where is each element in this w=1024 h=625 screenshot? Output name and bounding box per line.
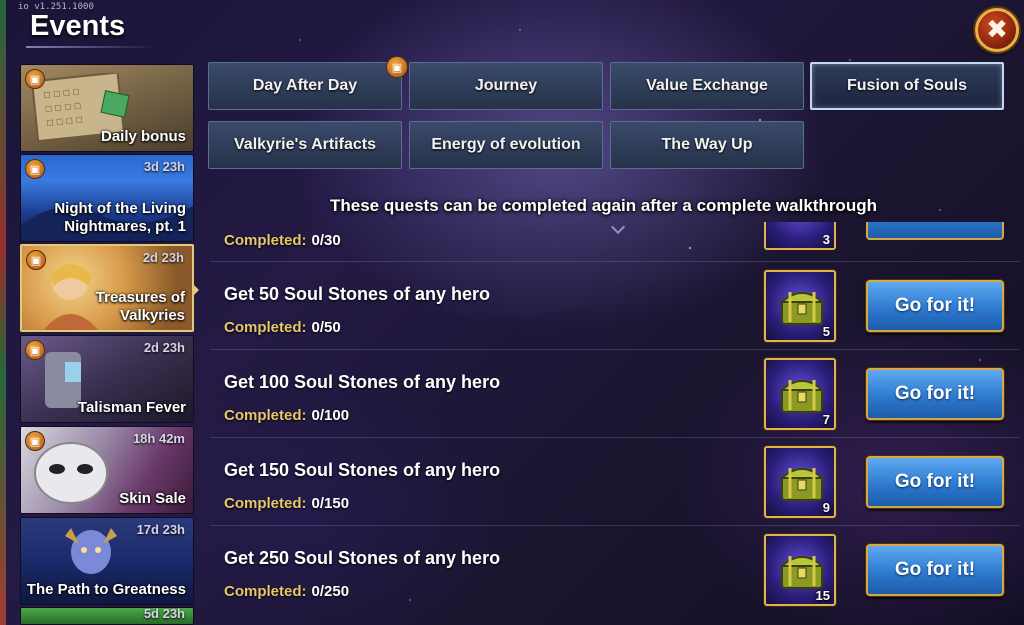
- tab-the-way-up[interactable]: The Way Up: [610, 121, 804, 169]
- hero-face-art: [65, 528, 117, 574]
- progress-value: 0/250: [311, 583, 350, 600]
- progress-value: 0/50: [311, 319, 341, 336]
- close-icon: ✖: [986, 15, 1008, 45]
- progress-value: 0/150: [311, 495, 350, 512]
- progress-value: 0/100: [311, 407, 350, 424]
- completed-label: Completed:: [224, 583, 307, 600]
- quest-progress: Completed: 0/100: [224, 407, 349, 424]
- treasure-chest-icon: [779, 292, 825, 325]
- tab-fusion-of-souls[interactable]: Fusion of Souls: [810, 62, 1004, 110]
- go-for-it-button[interactable]: Go for it!: [866, 456, 1004, 508]
- sidebar-item-label: Talisman Fever: [77, 399, 186, 416]
- reward-count: 7: [822, 412, 830, 427]
- sidebar-item-label: Treasures of Valkyries: [96, 289, 185, 325]
- sidebar-item-label: Night of the Living Nightmares, pt. 1: [54, 200, 186, 236]
- go-for-it-button[interactable]: [866, 222, 1004, 240]
- reward-count: 15: [815, 588, 830, 603]
- sidebar-item-the-path-to-greatness[interactable]: 17d 23h The Path to Greatness: [20, 517, 194, 605]
- quest-progress: Completed: 0/150: [224, 495, 349, 512]
- completed-label: Completed:: [224, 495, 307, 512]
- event-timer: 17d 23h: [136, 522, 185, 537]
- quest-title: Get 100 Soul Stones of any hero: [224, 372, 501, 392]
- reward-chest-slot[interactable]: 15: [764, 534, 836, 606]
- sidebar-item-label: Daily bonus: [100, 128, 186, 145]
- sidebar-item-daily-bonus[interactable]: ☐ ☐ ☐ ☐ ☐ ☐ ☐ ☐ ☐ ☐ ☐ ☐ ▣ Daily bonus: [20, 64, 194, 152]
- tab-journey[interactable]: Journey: [409, 62, 603, 110]
- progress-value: 0/30: [311, 232, 341, 249]
- sidebar-item-skin-sale[interactable]: ▣ 18h 42m Skin Sale: [20, 426, 194, 514]
- completed-label: Completed:: [224, 319, 307, 336]
- go-for-it-button[interactable]: Go for it!: [866, 280, 1004, 332]
- title-underline: [26, 46, 156, 48]
- treasure-chest-icon: [779, 380, 825, 413]
- treasure-chest-icon: [779, 468, 825, 501]
- treasure-chest-icon: [779, 556, 825, 589]
- tab-day-after-day[interactable]: Day After Day: [208, 62, 402, 110]
- reward-chest-slot[interactable]: 9: [764, 446, 836, 518]
- gift-icon: ▣: [26, 250, 46, 270]
- label-line-2: Valkyries: [119, 307, 185, 324]
- label-line-1: Night of the Living: [54, 200, 186, 217]
- sidebar-item-night-of-the-living-nightmares[interactable]: ▣ 3d 23h Night of the Living Nightmares,…: [20, 154, 194, 242]
- reward-count: 5: [822, 324, 830, 339]
- sidebar-item-talisman-fever[interactable]: ▣ 2d 23h Talisman Fever: [20, 335, 194, 423]
- reward-chest-slot[interactable]: 5: [764, 270, 836, 342]
- gift-icon: ▣: [25, 159, 45, 179]
- tab-valkyries-artifacts[interactable]: Valkyrie's Artifacts: [208, 121, 402, 169]
- quest-row: Get 150 Soul Stones of any hero Complete…: [210, 438, 1020, 526]
- gift-icon: ▣: [25, 340, 45, 360]
- repeat-quests-notice: These quests can be completed again afte…: [330, 196, 877, 215]
- event-timer: 3d 23h: [143, 159, 185, 174]
- close-button[interactable]: ✖: [975, 8, 1019, 52]
- quest-progress: Completed: 0/250: [224, 583, 349, 600]
- tab-energy-of-evolution[interactable]: Energy of evolution: [409, 121, 603, 169]
- quest-progress: Completed: 0/30: [224, 232, 341, 249]
- reward-chest-slot[interactable]: 7: [764, 358, 836, 430]
- edge-strip: [0, 0, 6, 625]
- event-timer: 5d 23h: [143, 607, 185, 621]
- go-for-it-button[interactable]: Go for it!: [866, 368, 1004, 420]
- page-title: Events: [30, 10, 126, 42]
- quest-title: Get 250 Soul Stones of any hero: [224, 548, 501, 568]
- quest-row: Get 50 Soul Stones of any hero Completed…: [210, 262, 1020, 350]
- reward-count: 9: [822, 500, 830, 515]
- gift-icon: ▣: [25, 431, 45, 451]
- reward-chest-slot[interactable]: 3: [764, 222, 836, 250]
- quest-row: Get 100 Soul Stones of any hero Complete…: [210, 350, 1020, 438]
- label-line-2: Nightmares, pt. 1: [64, 218, 186, 235]
- sidebar-item-partial[interactable]: 5d 23h: [20, 607, 194, 625]
- sidebar-item-label: The Path to Greatness: [26, 581, 186, 598]
- event-timer: 18h 42m: [132, 431, 185, 446]
- reward-count: 3: [822, 232, 830, 247]
- gift-icon: ▣: [25, 69, 45, 89]
- event-timer: 2d 23h: [143, 340, 185, 355]
- completed-label: Completed:: [224, 407, 307, 424]
- quest-title: Get 50 Soul Stones of any hero: [224, 284, 491, 304]
- sidebar-item-treasures-of-valkyries[interactable]: ▣ 2d 23h Treasures of Valkyries: [20, 244, 194, 332]
- label-line-1: Treasures of: [95, 289, 185, 306]
- quest-row: Get 250 Soul Stones of any hero Complete…: [210, 526, 1020, 614]
- tab-value-exchange[interactable]: Value Exchange: [610, 62, 804, 110]
- completed-label: Completed:: [224, 232, 307, 249]
- quest-title: Get 150 Soul Stones of any hero: [224, 460, 501, 480]
- quest-progress: Completed: 0/50: [224, 319, 341, 336]
- gift-icon: ▣: [386, 56, 408, 78]
- selected-item-arrow: [192, 283, 199, 297]
- go-for-it-button[interactable]: Go for it!: [866, 544, 1004, 596]
- sidebar-item-label: Skin Sale: [119, 490, 186, 507]
- event-sidebar: ☐ ☐ ☐ ☐ ☐ ☐ ☐ ☐ ☐ ☐ ☐ ☐ ▣ Daily bonus ▣ …: [20, 64, 194, 625]
- event-timer: 2d 23h: [142, 250, 184, 265]
